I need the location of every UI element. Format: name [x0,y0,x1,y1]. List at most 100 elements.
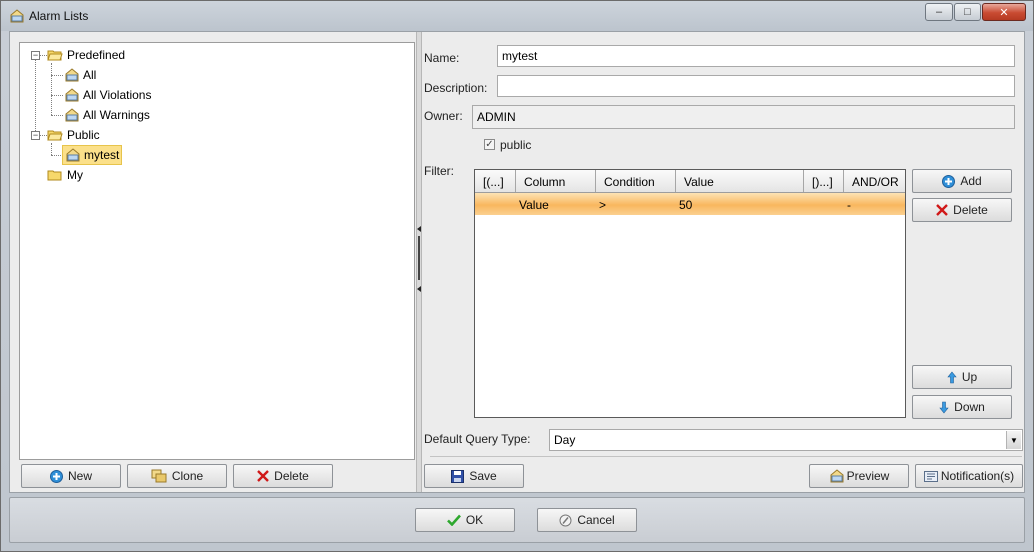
tree-node-predefined[interactable]: Predefined [47,46,125,64]
tree-line [51,95,63,96]
ok-button[interactable]: OK [415,508,515,532]
maximize-button[interactable]: □ [954,3,981,21]
public-label: public [500,138,532,152]
alarm-list-tree[interactable]: − Predefined All All Violations All Warn… [19,42,415,460]
tree-line [39,135,47,136]
alarm-list-icon [65,148,81,162]
name-input[interactable]: mytest [497,45,1015,67]
chevron-down-icon[interactable]: ▼ [1006,431,1021,449]
cell-condition: > [599,198,607,212]
tree-node-all-violations[interactable]: All Violations [64,86,151,104]
delete-list-button[interactable]: Delete [233,464,333,488]
collapse-predefined-toggle[interactable]: − [31,51,40,60]
alarm-list-icon [64,108,80,122]
name-label: Name: [424,51,460,65]
move-up-button-label: Up [961,370,978,384]
alarm-list-pane: − Predefined All All Violations All Warn… [10,32,416,492]
owner-field: ADMIN [472,105,1015,129]
filter-table-header: [(...] Column Condition Value [)...] AND… [475,170,905,193]
tree-line [51,115,63,116]
checkmark-icon [446,514,461,526]
maximize-icon: □ [964,6,971,18]
add-icon [49,469,63,483]
description-label: Description: [424,81,488,95]
tree-label: Public [67,128,100,142]
new-button[interactable]: New [21,464,121,488]
delete-filter-button[interactable]: Delete [912,198,1012,222]
owner-label: Owner: [424,109,463,123]
collapse-public-toggle[interactable]: − [31,131,40,140]
tree-node-public[interactable]: Public [47,126,100,144]
column-header-open-paren[interactable]: [(...] [475,170,516,192]
minimize-icon: – [935,6,943,18]
delete-list-button-label: Delete [274,469,309,483]
cancel-button[interactable]: Cancel [537,508,637,532]
arrow-up-icon [947,371,957,384]
alarm-list-icon [9,9,25,23]
tree-node-my[interactable]: My [47,166,83,184]
new-button-label: New [67,469,92,483]
close-button[interactable]: ✕ [982,3,1026,21]
tree-label: My [67,168,83,182]
cancel-button-label: Cancel [577,513,615,527]
move-down-button[interactable]: Down [912,395,1012,419]
alarm-lists-window: Alarm Lists – □ ✕ − Predefined All All V… [0,0,1034,552]
tree-node-all-warnings[interactable]: All Warnings [64,106,150,124]
window-title: Alarm Lists [29,9,89,23]
tree-line [39,55,47,56]
minimize-button[interactable]: – [925,3,953,21]
delete-filter-button-label: Delete [953,203,988,217]
clone-button-label: Clone [171,469,204,483]
column-header-and-or[interactable]: AND/OR [844,170,905,192]
add-filter-button-label: Add [960,174,982,188]
filter-table[interactable]: [(...] Column Condition Value [)...] AND… [474,169,906,418]
cell-and-or: - [847,198,851,212]
notifications-button[interactable]: Notification(s) [915,464,1023,488]
tree-label: All Violations [83,88,152,102]
delete-icon [257,470,270,482]
column-header-column[interactable]: Column [516,170,596,192]
delete-icon [936,204,949,216]
alarm-list-icon [829,469,845,483]
tree-label: All [83,68,97,82]
tree-label: All Warnings [83,108,150,122]
move-down-button-label: Down [954,400,985,414]
tree-line [51,75,63,76]
query-type-value: Day [554,433,576,447]
add-filter-button[interactable]: Add [912,169,1012,193]
column-header-close-paren[interactable]: [)...] [804,170,844,192]
cell-column: Value [519,198,549,212]
table-row[interactable]: Value > 50 - [475,193,905,215]
ok-button-label: OK [465,513,484,527]
alarm-list-editor: Name: mytest Description: Owner: ADMIN ✓… [422,32,1024,492]
column-header-condition[interactable]: Condition [596,170,676,192]
folder-icon [47,169,63,181]
add-icon [942,174,956,188]
alarm-list-icon [64,88,80,102]
arrow-down-icon [939,401,949,414]
folder-open-icon [47,49,63,61]
tree-line [51,63,52,115]
separator [430,456,1022,457]
tree-label: mytest [84,148,120,162]
notification-icon [923,470,938,482]
dialog-footer: OK Cancel [9,497,1025,543]
description-input[interactable] [497,75,1015,97]
tree-node-all[interactable]: All [64,66,96,84]
filter-label: Filter: [424,164,454,178]
preview-button-label: Preview [846,469,890,483]
tree-line [51,143,52,155]
preview-button[interactable]: Preview [809,464,909,488]
move-up-button[interactable]: Up [912,365,1012,389]
column-header-value[interactable]: Value [676,170,804,192]
save-button[interactable]: Save [424,464,524,488]
cancel-icon [559,514,572,527]
query-type-label: Default Query Type: [424,432,531,446]
clone-button[interactable]: Clone [127,464,227,488]
tree-line [35,60,36,135]
query-type-select[interactable]: Day ▼ [549,429,1023,451]
tree-node-mytest[interactable]: mytest [62,145,123,165]
clone-icon [151,469,167,483]
cell-value: 50 [679,198,693,212]
public-checkbox[interactable]: ✓ [484,139,495,150]
